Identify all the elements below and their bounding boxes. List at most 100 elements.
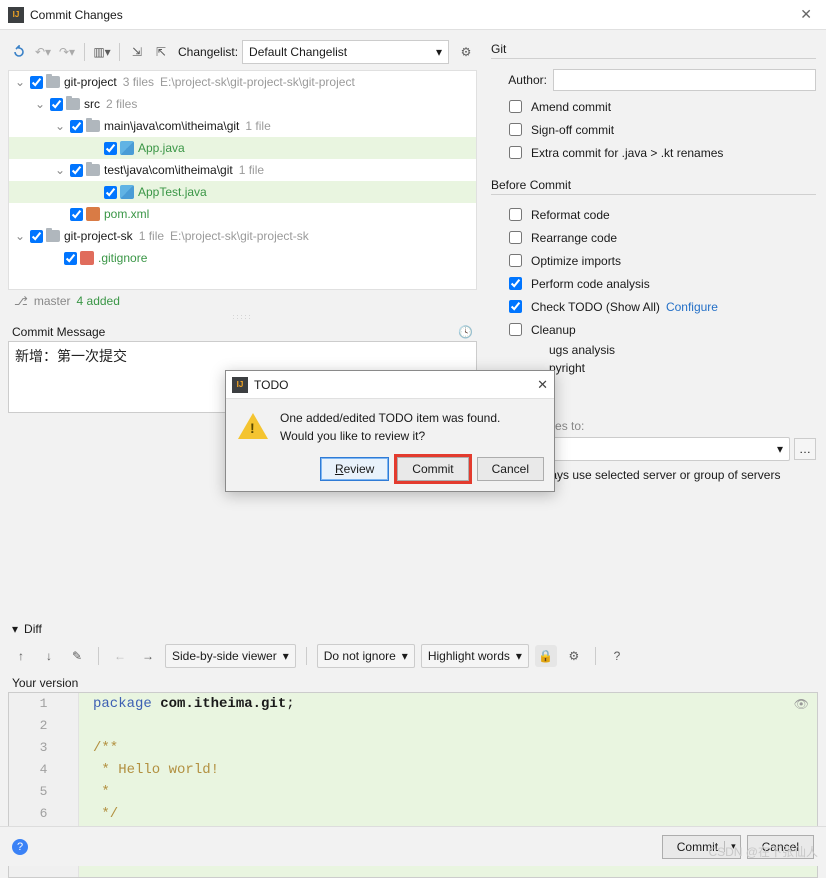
splitter-grip[interactable]: ::::: (0, 314, 485, 321)
author-label: Author: (491, 73, 547, 87)
inspection-eye-icon[interactable]: 👁 (794, 697, 809, 711)
tree-checkbox[interactable] (30, 76, 43, 89)
tree-checkbox[interactable] (70, 164, 83, 177)
changelist-label: Changelist: (178, 45, 238, 59)
analysis-checkbox[interactable] (509, 277, 522, 290)
chevron-down-icon: ▾ (402, 649, 408, 663)
expand-icon[interactable]: ⌄ (13, 229, 27, 243)
todo-dialog: IJ TODO ✕ One added/edited TODO item was… (225, 370, 555, 492)
forward-icon[interactable]: → (137, 645, 159, 667)
diff-gear-icon[interactable]: ⚙ (563, 645, 585, 667)
file-tree[interactable]: ⌄ git-project 3 files E:\project-sk\git-… (8, 70, 477, 290)
diff-toolbar: ↑ ↓ ✎ ← → Side-by-side viewer▾ Do not ig… (0, 638, 826, 674)
your-version-label: Your version (0, 674, 826, 692)
commit-message-label: Commit Message (12, 325, 105, 339)
chevron-down-icon: ▾ (436, 45, 442, 59)
viewer-combo[interactable]: Side-by-side viewer▾ (165, 644, 296, 668)
optimize-label: Optimize imports (531, 254, 621, 268)
help-icon[interactable]: ? (606, 645, 628, 667)
folder-icon (86, 164, 100, 176)
tree-label: App.java (138, 141, 185, 155)
changelist-combo[interactable]: Default Changelist ▾ (242, 40, 449, 64)
commit-toolbar: ↶▾ ↷▾ ▥▾ ⇲ ⇱ Changelist: Default Changel… (0, 36, 485, 68)
commit-message-text: 新增：第一次提交 (15, 348, 127, 364)
folder-icon (66, 98, 80, 110)
folder-icon (46, 230, 60, 242)
tree-checkbox[interactable] (104, 186, 117, 199)
dialog-app-icon: IJ (232, 377, 248, 393)
window-title: Commit Changes (30, 8, 794, 22)
chevron-down-icon: ▾ (777, 442, 783, 456)
rearrange-checkbox[interactable] (509, 231, 522, 244)
dialog-footer: ? Commit▾ Cancel (0, 826, 826, 866)
app-icon: IJ (8, 7, 24, 23)
branch-name: master (34, 294, 71, 308)
diff-title: Diff (24, 622, 42, 636)
tree-checkbox[interactable] (30, 230, 43, 243)
tree-checkbox[interactable] (70, 120, 83, 133)
tree-label: pom.xml (104, 207, 149, 221)
dialog-cancel-button[interactable]: Cancel (477, 457, 544, 481)
back-icon[interactable]: ← (109, 645, 131, 667)
history-icon[interactable]: 🕓 (458, 325, 473, 339)
tree-label: git-project (64, 75, 117, 89)
gear-icon[interactable]: ⚙ (455, 41, 477, 63)
expand-icon[interactable]: ⌄ (53, 163, 67, 177)
expand-icon[interactable]: ⌄ (13, 75, 27, 89)
xml-file-icon (86, 207, 100, 221)
highlight-combo[interactable]: Highlight words▾ (421, 644, 529, 668)
folder-icon (46, 76, 60, 88)
extra-commit-checkbox[interactable] (509, 146, 522, 159)
configure-link[interactable]: Configure (666, 300, 718, 314)
refresh-icon[interactable] (8, 41, 30, 63)
tree-checkbox[interactable] (104, 142, 117, 155)
diff-expand-icon[interactable]: ▾ (12, 622, 18, 636)
tree-checkbox[interactable] (50, 98, 63, 111)
expand-icon[interactable]: ⌄ (53, 119, 67, 133)
branch-status: ⎇ master 4 added (0, 290, 485, 314)
tree-label: test\java\com\itheima\git (104, 163, 233, 177)
reformat-checkbox[interactable] (509, 208, 522, 221)
tree-label: git-project-sk (64, 229, 133, 243)
author-input[interactable] (553, 69, 816, 91)
ignore-combo[interactable]: Do not ignore▾ (317, 644, 415, 668)
expand-all-icon[interactable]: ⇲ (126, 41, 148, 63)
check-todo-checkbox[interactable] (509, 300, 522, 313)
optimize-checkbox[interactable] (509, 254, 522, 267)
check-todo-label: Check TODO (Show All) (531, 300, 660, 314)
window-close-icon[interactable]: ✕ (794, 6, 818, 23)
tree-checkbox[interactable] (70, 208, 83, 221)
collapse-all-icon[interactable]: ⇱ (150, 41, 172, 63)
java-file-icon (120, 141, 134, 155)
cleanup-checkbox[interactable] (509, 323, 522, 336)
branch-icon: ⎇ (14, 294, 28, 308)
browse-button[interactable]: … (794, 438, 816, 460)
signoff-label: Sign-off commit (531, 123, 614, 137)
expand-icon[interactable]: ⌄ (33, 97, 47, 111)
prev-diff-icon[interactable]: ↑ (10, 645, 32, 667)
rearrange-label: Rearrange code (531, 231, 617, 245)
group-icon[interactable]: ▥▾ (91, 41, 113, 63)
tree-label: src (84, 97, 100, 111)
next-diff-icon[interactable]: ↓ (38, 645, 60, 667)
lock-icon[interactable]: 🔒 (535, 645, 557, 667)
changelist-value: Default Changelist (249, 45, 347, 59)
tree-checkbox[interactable] (64, 252, 77, 265)
tree-label: AppTest.java (138, 185, 207, 199)
undo-icon[interactable]: ↶▾ (32, 41, 54, 63)
signoff-checkbox[interactable] (509, 123, 522, 136)
redo-icon[interactable]: ↷▾ (56, 41, 78, 63)
edit-icon[interactable]: ✎ (66, 645, 88, 667)
amend-checkbox[interactable] (509, 100, 522, 113)
analysis-label: Perform code analysis (531, 277, 650, 291)
dialog-commit-button[interactable]: Commit (397, 457, 468, 481)
always-server-label: Always use selected server or group of s… (531, 468, 780, 482)
window-titlebar: IJ Commit Changes ✕ (0, 0, 826, 30)
watermark: CSDN @在下张仙人 (708, 843, 818, 860)
warning-icon (238, 413, 268, 439)
dialog-close-icon[interactable]: ✕ (537, 377, 548, 393)
review-button[interactable]: Review (320, 457, 389, 481)
extra-commit-label: Extra commit for .java > .kt renames (531, 146, 723, 160)
chevron-down-icon: ▾ (516, 649, 522, 663)
help-button[interactable]: ? (12, 839, 28, 855)
